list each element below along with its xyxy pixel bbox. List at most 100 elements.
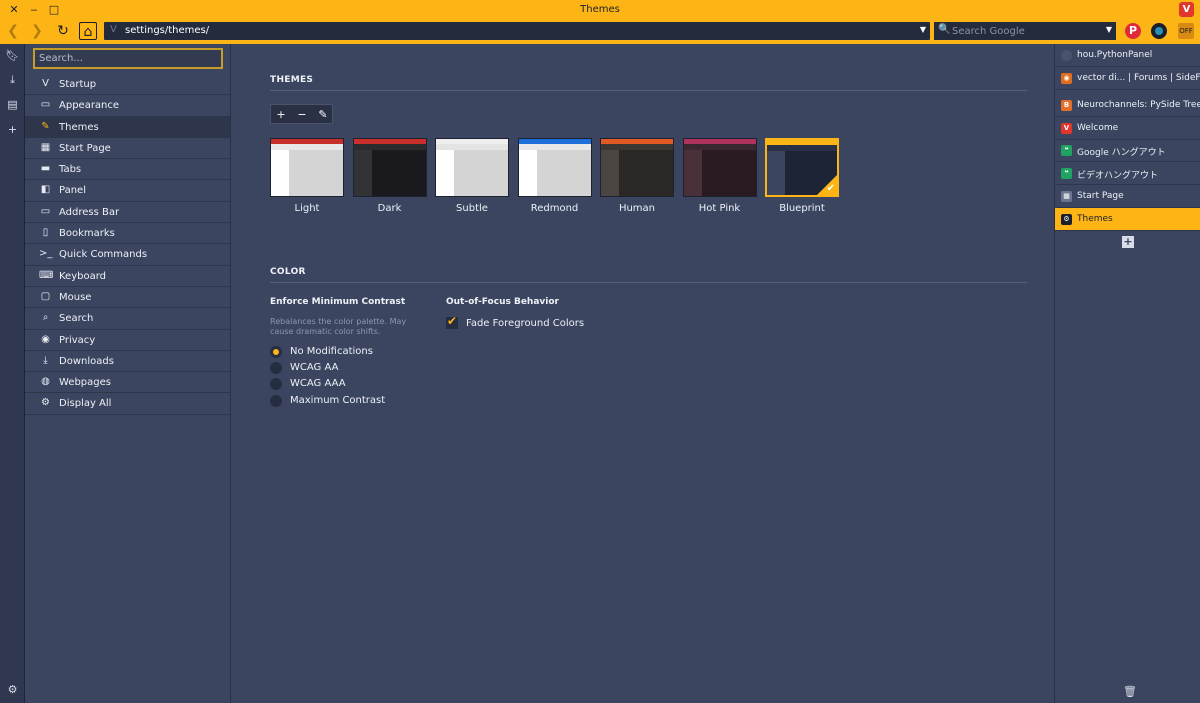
download-icon: ⤓ [43,354,48,366]
theme-preview[interactable] [435,138,509,197]
search-bar[interactable]: 🔍 ▼ [934,22,1116,40]
grid-icon: ▦ [1061,190,1072,202]
add-theme-button[interactable]: + [273,107,289,122]
nav-item-label: Webpages [59,377,111,389]
panel-tab-item[interactable]: B Neurochannels: PySide Tree Tutori [1055,94,1200,117]
blogger-icon: B [1061,100,1072,111]
reload-icon[interactable]: ↻ [54,22,72,40]
panel-tab-label: Start Page [1077,190,1124,201]
nav-item-address-bar[interactable]: ▭ Address Bar [25,202,230,224]
nav-item-label: Keyboard [59,270,107,282]
theme-preview[interactable] [682,138,757,197]
gear-icon: ⚙ [41,397,50,409]
theme-human[interactable]: Human [600,138,674,214]
theme-preview[interactable] [352,138,427,197]
address-bar[interactable]: V settings/themes/ ▼ [104,22,930,40]
theme-preview-side [353,150,372,196]
nav-item-keyboard[interactable]: ⌨ Keyboard [25,266,230,287]
panel-tab-item[interactable]: ❝ ビデオハングアウト [1055,162,1200,186]
theme-hot-pink[interactable]: Hot Pink [682,138,757,214]
dark-reader-extension-icon[interactable] [1151,23,1167,39]
nav-item-tabs[interactable]: ▬ Tabs [25,159,230,181]
edit-theme-button[interactable]: ✎ [315,107,331,122]
panel-tab-item[interactable]: hou.PythonPanel [1055,44,1200,67]
search-input[interactable] [952,24,1100,38]
forward-icon[interactable]: ❯ [28,22,46,40]
theme-redmond[interactable]: Redmond [517,138,592,214]
hangouts-icon: ❝ [1061,168,1072,180]
bookmark-icon[interactable]: 🔖︎ [4,47,21,64]
panel-icon: ◧ [40,184,51,196]
panel-strip: 🔖︎ ⤓ ▤ + ⚙ [0,44,25,703]
theme-preview-side [683,150,702,196]
mouse-icon: ▢ [40,290,51,302]
radio-button[interactable] [270,362,282,374]
nav-item-start-page[interactable]: ▦ Start Page [25,138,230,160]
add-tab-icon[interactable]: + [1122,236,1134,248]
back-icon[interactable]: ❮ [4,22,22,40]
fade-foreground-checkbox[interactable] [446,314,458,329]
theme-blueprint[interactable]: ✔ Blueprint [765,138,839,214]
panel-tab-item[interactable]: ❝ Google ハングアウト [1055,139,1200,163]
nav-item-privacy[interactable]: ◉ Privacy [25,330,230,351]
settings-search[interactable] [33,48,223,69]
panel-tab-item[interactable]: ⚙ Themes [1055,207,1200,231]
address-url[interactable]: settings/themes/ [125,25,209,36]
trash-icon[interactable]: 🗑︎ [1123,685,1137,698]
radio-button[interactable] [270,378,282,390]
download-icon[interactable]: ⤓ [4,71,21,88]
search-engine-icon[interactable]: 🔍 [938,24,950,35]
home-icon[interactable]: ⌂ [79,22,97,40]
nav-item-label: Downloads [59,355,114,367]
theme-preview-content [701,150,756,196]
radio-button[interactable] [270,395,282,407]
pinterest-extension-icon[interactable]: P [1125,23,1141,39]
theme-preview-content [454,150,508,196]
theme-preview[interactable] [270,138,344,197]
theme-label: Dark [377,203,402,214]
vivaldi-logo-icon: V [42,78,49,89]
nav-item-label: Display All [59,398,112,410]
nav-item-themes[interactable]: ✎ Themes [25,116,230,138]
address-dropdown-icon[interactable]: ▼ [920,25,926,34]
vivaldi-menu-button[interactable]: V [1179,2,1194,17]
nav-item-bookmarks[interactable]: ▯ Bookmarks [25,223,230,245]
gear-icon[interactable]: ⚙ [4,681,21,698]
nav-item-display-all[interactable]: ⚙ Display All [25,393,230,415]
nav-item-quick-commands[interactable]: >_ Quick Commands [25,244,230,266]
address-bar-icon: ▭ [40,205,51,217]
nav-item-appearance[interactable]: ▭ Appearance [25,95,230,117]
panel-tab-item[interactable]: V Welcome [1055,117,1200,140]
plus-icon[interactable]: + [4,121,21,138]
theme-label: Redmond [530,203,579,214]
nav-item-downloads[interactable]: ⤓ Downloads [25,351,230,373]
radio-label: No Modifications [290,346,373,357]
nav-item-label: Quick Commands [59,249,148,261]
extension-off-icon[interactable]: OFF [1178,23,1194,39]
theme-light[interactable]: Light [270,138,344,214]
remove-theme-button[interactable]: − [294,107,310,122]
settings-content: THEMES + − ✎ Light Dark Subtle Redmond Human… [231,44,1053,703]
nav-item-webpages[interactable]: ◍ Webpages [25,372,230,394]
themes-section-title: THEMES [270,75,314,85]
theme-preview[interactable]: ✔ [765,138,839,197]
folder-icon: ▭ [40,99,51,111]
brush-icon: ✎ [41,120,50,132]
contrast-description: Rebalances the color palette. May cause … [270,317,407,336]
panel-tab-item[interactable]: ▦ Start Page [1055,185,1200,208]
theme-preview[interactable] [517,138,592,197]
fade-foreground-label[interactable]: Fade Foreground Colors [466,318,584,329]
theme-preview[interactable] [600,138,674,197]
settings-search-input[interactable] [35,50,221,67]
notes-icon[interactable]: ▤ [4,96,21,113]
search-dropdown-icon[interactable]: ▼ [1106,25,1112,34]
nav-item-search[interactable]: ⌕ Search [25,308,230,330]
nav-item-panel[interactable]: ◧ Panel [25,180,230,202]
nav-item-startup[interactable]: V Startup [25,74,230,96]
nav-item-mouse[interactable]: ▢ Mouse [25,287,230,309]
radio-button[interactable] [270,346,282,358]
panel-tab-item[interactable]: ◉ vector di... | Forums | SideFX [1055,67,1200,90]
theme-dark[interactable]: Dark [352,138,427,214]
theme-preview-side [436,150,454,196]
theme-subtle[interactable]: Subtle [435,138,509,214]
